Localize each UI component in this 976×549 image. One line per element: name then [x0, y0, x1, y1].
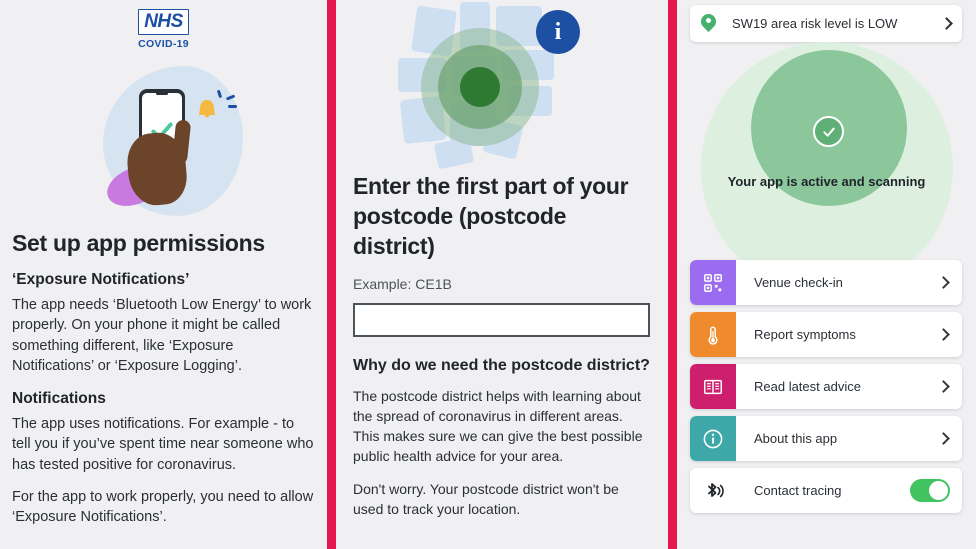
panel-home-screen: SW19 area risk level is LOW Your app is … — [677, 0, 976, 549]
info-circle-icon — [690, 416, 736, 461]
thermometer-icon — [690, 312, 736, 357]
section-body-notifications: The app uses notifications. For example … — [12, 416, 314, 473]
chevron-right-icon — [937, 276, 950, 289]
menu-item-read-latest-advice[interactable]: Read latest advice — [690, 364, 962, 409]
menu-item-contact-tracing[interactable]: Contact tracing — [690, 468, 962, 513]
scanning-status-text: Your app is active and scanning — [727, 174, 926, 189]
closing-text: For the app to work properly, you need t… — [12, 489, 314, 526]
menu-item-label: About this app — [754, 431, 838, 446]
postcode-example-label: Example: CE1B — [353, 275, 452, 292]
menu-item-venue-checkin[interactable]: Venue check-in — [690, 260, 962, 305]
menu-item-label: Read latest advice — [754, 379, 861, 394]
home-menu-list: Venue check-in Report symptoms Read late… — [690, 260, 962, 520]
why-postcode-heading: Why do we need the postcode district? — [353, 356, 650, 374]
panel-postcode-entry: i Enter the first part of your postcode … — [336, 0, 668, 549]
phone-notch — [156, 92, 168, 95]
check-circle-icon — [813, 116, 844, 147]
section-heading-notifications: Notifications — [12, 390, 106, 408]
screenshot-root: NHS COVID-19 Set up app permissions ‘Exp… — [0, 0, 976, 549]
qr-code-icon — [690, 260, 736, 305]
radius-ring-core — [460, 67, 500, 107]
newspaper-icon — [690, 364, 736, 409]
section-heading-exposure-notifications: ‘Exposure Notifications’ — [12, 271, 190, 288]
menu-item-label: Venue check-in — [754, 275, 843, 290]
postcode-page-title: Enter the first part of your postcode (p… — [353, 173, 629, 259]
toggle-knob — [929, 481, 948, 500]
why-postcode-paragraph-2: Don't worry. Your postcode district won'… — [353, 480, 619, 517]
chevron-right-icon — [940, 17, 953, 30]
menu-item-about-this-app[interactable]: About this app — [690, 416, 962, 461]
postcode-input[interactable] — [353, 302, 650, 337]
menu-item-label: Contact tracing — [754, 483, 842, 498]
bluetooth-icon — [690, 468, 736, 513]
section-body-exposure-notifications: The app needs ‘Bluetooth Low Energy’ to … — [12, 297, 312, 374]
info-badge-icon[interactable]: i — [536, 10, 580, 54]
why-postcode-paragraph-1: The postcode district helps with learnin… — [353, 388, 643, 465]
chevron-right-icon — [937, 328, 950, 341]
menu-item-report-symptoms[interactable]: Report symptoms — [690, 312, 962, 357]
bell-ray-icon — [228, 105, 237, 108]
contact-tracing-toggle[interactable] — [910, 479, 950, 502]
map-radius-illustration: i — [336, 0, 668, 172]
location-pin-icon — [701, 14, 716, 34]
risk-level-card[interactable]: SW19 area risk level is LOW — [690, 5, 962, 42]
nhs-logo-icon: NHS — [138, 9, 189, 35]
notification-bell-icon — [192, 94, 222, 124]
panel2-content: Enter the first part of your postcode (p… — [336, 172, 668, 520]
risk-level-label: SW19 area risk level is LOW — [732, 16, 898, 31]
nhs-covid19-logo: NHS COVID-19 — [0, 0, 327, 50]
nhs-logo-subtitle: COVID-19 — [138, 38, 189, 50]
panel1-content: Set up app permissions ‘Exposure Notific… — [0, 218, 327, 528]
panel-app-permissions: NHS COVID-19 Set up app permissions ‘Exp… — [0, 0, 327, 549]
chevron-right-icon — [937, 432, 950, 445]
menu-item-label: Report symptoms — [754, 327, 856, 342]
panel-divider-right — [668, 0, 677, 549]
panel-divider-left — [327, 0, 336, 549]
chevron-right-icon — [937, 380, 950, 393]
hand-holding-phone-illustration — [0, 58, 327, 218]
page-title: Set up app permissions — [12, 230, 265, 256]
